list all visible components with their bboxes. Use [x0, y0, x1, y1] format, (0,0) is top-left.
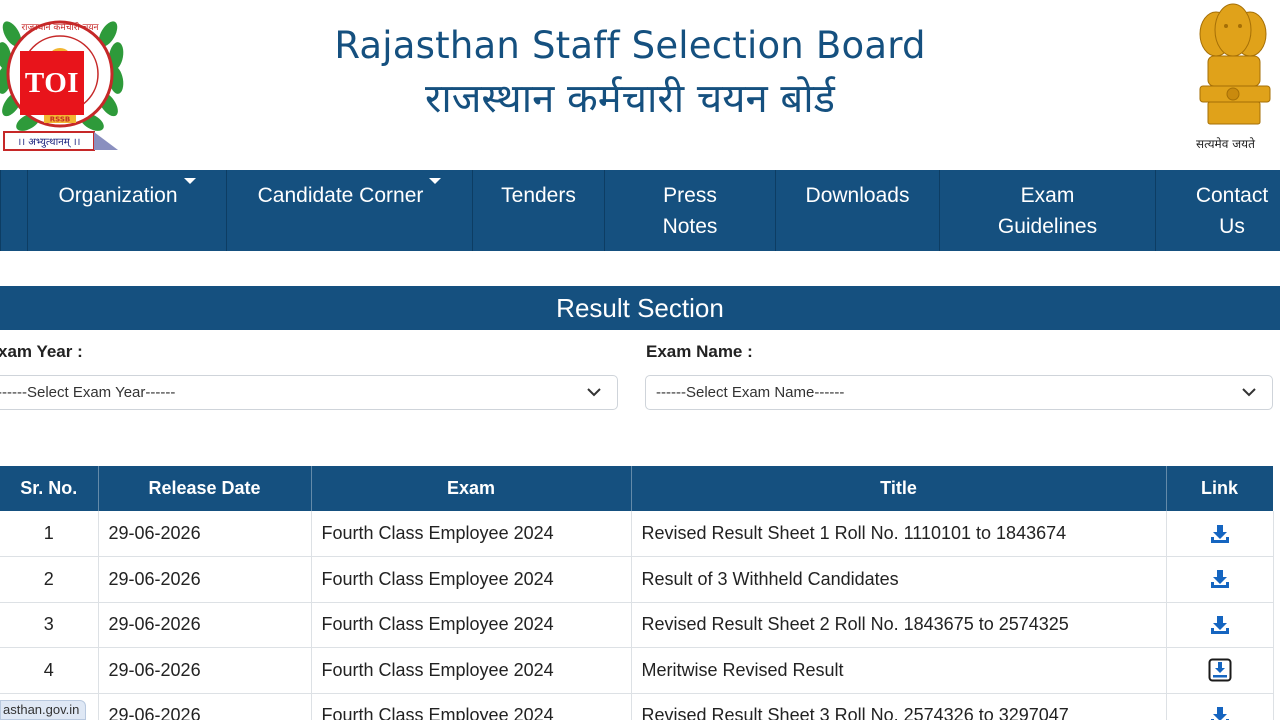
nav-item-label: Candidate Corner: [257, 184, 424, 207]
cell-title: Revised Result Sheet 3 Roll No. 2574326 …: [631, 693, 1167, 720]
cell-exam: Fourth Class Employee 2024: [311, 647, 632, 694]
nav-item-label: Organization: [58, 184, 178, 207]
exam-name-select[interactable]: ------Select Exam Name------: [645, 375, 1273, 410]
table-row: 4 29-06-2026 Fourth Class Employee 2024 …: [0, 647, 1274, 694]
site-title: Rajasthan Staff Selection Board राजस्थान…: [300, 22, 960, 128]
results-table: Sr. No. Release Date Exam Title Link 1 2…: [0, 466, 1274, 720]
site-title-hindi: राजस्थान कर्मचारी चयन बोर्ड: [425, 76, 835, 122]
cell-sr-no: 2: [0, 556, 99, 603]
column-header-sr-no: Sr. No.: [0, 466, 99, 511]
nav-item-candidate-corner[interactable]: Candidate Corner: [226, 170, 472, 251]
chevron-down-icon: [587, 388, 601, 397]
nav-item-label: Contact Us: [1195, 184, 1269, 238]
exam-year-label: xam Year :: [0, 342, 83, 361]
nav-spacer: [0, 170, 27, 251]
download-box-icon[interactable]: [1208, 658, 1232, 682]
nav-item-press-notes[interactable]: Press Notes: [604, 170, 775, 251]
nav-item-organization[interactable]: Organization: [27, 170, 226, 251]
nav-item-label: Press Notes: [662, 184, 718, 238]
svg-text:।। अभ्युत्थानम् ।।: ।। अभ्युत्थानम् ।।: [18, 137, 81, 148]
cell-title: Revised Result Sheet 1 Roll No. 1110101 …: [631, 511, 1167, 557]
download-icon[interactable]: [1208, 522, 1232, 546]
table-header-row: Sr. No. Release Date Exam Title Link: [0, 466, 1274, 511]
chevron-down-icon: [1242, 388, 1256, 397]
cell-link: [1166, 556, 1274, 603]
cell-release-date: 29-06-2026: [98, 647, 312, 694]
cell-release-date: 29-06-2026: [98, 511, 312, 557]
emblem-caption: सत्यमेव जयते: [1196, 137, 1255, 151]
nav-item-label: Tenders: [501, 184, 576, 207]
site-title-english: Rajasthan Staff Selection Board: [334, 24, 926, 67]
exam-year-selected-value: ------Select Exam Year------: [0, 384, 176, 401]
cell-link: [1166, 647, 1274, 694]
exam-name-label: Exam Name :: [646, 342, 753, 361]
cell-link: [1166, 511, 1274, 557]
cell-sr-no: 4: [0, 647, 99, 694]
toi-watermark-badge: TOI: [20, 51, 84, 115]
status-bar-url: asthan.gov.in: [0, 700, 87, 720]
download-icon[interactable]: [1208, 613, 1232, 637]
cell-release-date: 29-06-2026: [98, 602, 312, 648]
caret-down-icon: [183, 178, 196, 184]
site-header: राजस्थान कर्मचारी चयन RSSB ।। अभ्युत्थान…: [0, 0, 1280, 170]
nav-item-downloads[interactable]: Downloads: [775, 170, 939, 251]
cell-title: Result of 3 Withheld Candidates: [631, 556, 1167, 603]
table-row: 29-06-2026 Fourth Class Employee 2024 Re…: [0, 693, 1274, 720]
download-icon[interactable]: [1208, 567, 1232, 591]
cell-exam: Fourth Class Employee 2024: [311, 602, 632, 648]
table-row: 1 29-06-2026 Fourth Class Employee 2024 …: [0, 511, 1274, 557]
column-header-title: Title: [631, 466, 1167, 511]
result-section-title: Result Section: [0, 286, 1280, 330]
cell-title: Meritwise Revised Result: [631, 647, 1167, 694]
cell-exam: Fourth Class Employee 2024: [311, 511, 632, 557]
lion-capital-emblem-icon: [1199, 3, 1271, 125]
caret-down-icon: [429, 178, 442, 184]
cell-title: Revised Result Sheet 2 Roll No. 1843675 …: [631, 602, 1167, 648]
download-icon[interactable]: [1208, 704, 1232, 720]
nav-item-exam-guidelines[interactable]: Exam Guidelines: [939, 170, 1155, 251]
cell-link: [1166, 602, 1274, 648]
exam-name-selected-value: ------Select Exam Name------: [656, 384, 845, 401]
nav-item-contact-us[interactable]: Contact Us: [1155, 170, 1280, 251]
cell-release-date: 29-06-2026: [98, 693, 312, 720]
exam-year-select[interactable]: ------Select Exam Year------: [0, 375, 618, 410]
cell-sr-no: 1: [0, 511, 99, 557]
svg-text:राजस्थान कर्मचारी चयन: राजस्थान कर्मचारी चयन: [21, 21, 99, 33]
nav-item-label: Downloads: [805, 184, 910, 207]
nav-item-label: Exam Guidelines: [997, 184, 1098, 238]
svg-text:RSSB: RSSB: [50, 116, 71, 124]
table-row: 2 29-06-2026 Fourth Class Employee 2024 …: [0, 556, 1274, 603]
main-navigation: Organization Candidate Corner Tenders Pr…: [0, 170, 1280, 251]
cell-exam: Fourth Class Employee 2024: [311, 693, 632, 720]
toi-watermark-text: TOI: [24, 66, 80, 99]
cell-sr-no: 3: [0, 602, 99, 648]
cell-link: [1166, 693, 1274, 720]
nav-item-tenders[interactable]: Tenders: [472, 170, 604, 251]
table-row: 3 29-06-2026 Fourth Class Employee 2024 …: [0, 602, 1274, 648]
column-header-release-date: Release Date: [98, 466, 312, 511]
cell-release-date: 29-06-2026: [98, 556, 312, 603]
column-header-exam: Exam: [311, 466, 632, 511]
column-header-link: Link: [1166, 466, 1274, 511]
cell-exam: Fourth Class Employee 2024: [311, 556, 632, 603]
